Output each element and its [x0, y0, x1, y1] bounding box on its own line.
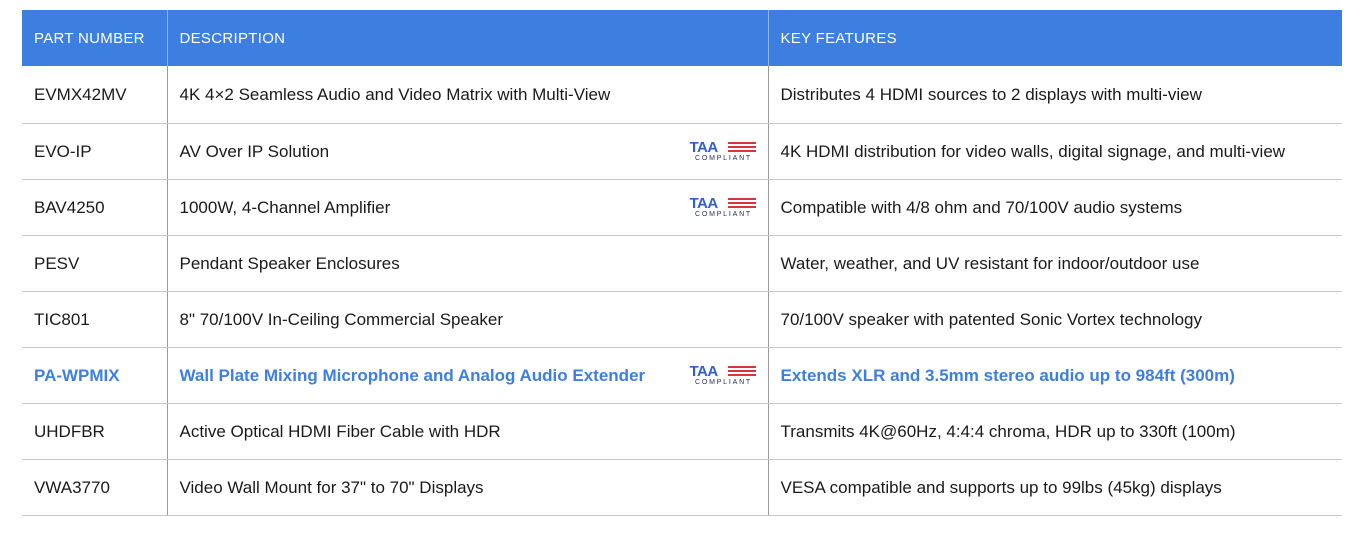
- part-number-cell: PESV: [22, 235, 168, 292]
- table-row: VWA3770 Video Wall Mount for 37" to 70" …: [22, 459, 1342, 516]
- key-features-text: 4K HDMI distribution for video walls, di…: [780, 141, 1286, 161]
- key-features-cell: VESA compatible and supports up to 99lbs…: [768, 459, 1342, 516]
- description-cell: 8" 70/100V In-Ceiling Commercial Speaker: [167, 291, 769, 348]
- key-features-cell: Compatible with 4/8 ohm and 70/100V audi…: [768, 179, 1342, 236]
- description-text: 1000W, 4-Channel Amplifier: [179, 197, 391, 217]
- part-number[interactable]: BAV4250: [34, 198, 105, 217]
- key-features-cell: Extends XLR and 3.5mm stereo audio up to…: [768, 347, 1342, 404]
- description-text: Pendant Speaker Enclosures: [179, 253, 400, 273]
- part-number[interactable]: PESV: [34, 254, 79, 273]
- part-number[interactable]: EVO-IP: [34, 142, 92, 161]
- table-row: EVMX42MV 4K 4×2 Seamless Audio and Video…: [22, 66, 1342, 124]
- header-part-number: PART NUMBER: [22, 10, 168, 66]
- table-row: EVO-IP AV Over IP Solution TAA COMPLIANT…: [22, 123, 1342, 180]
- taa-mark: TAA: [689, 194, 719, 212]
- description-text: Active Optical HDMI Fiber Cable with HDR: [179, 421, 501, 441]
- part-number[interactable]: EVMX42MV: [34, 85, 127, 104]
- description-text: 8" 70/100V In-Ceiling Commercial Speaker: [179, 309, 504, 329]
- part-number[interactable]: TIC801: [34, 310, 90, 329]
- table-row: BAV4250 1000W, 4-Channel Amplifier TAA C…: [22, 179, 1342, 236]
- taa-compliant-icon: TAA COMPLIANT: [690, 364, 758, 388]
- description-text: Video Wall Mount for 37" to 70" Displays: [179, 477, 484, 497]
- table-body: EVMX42MV 4K 4×2 Seamless Audio and Video…: [22, 66, 1342, 516]
- key-features-text: Extends XLR and 3.5mm stereo audio up to…: [780, 365, 1235, 385]
- description-text: AV Over IP Solution: [179, 141, 330, 161]
- key-features-text: Transmits 4K@60Hz, 4:4:4 chroma, HDR up …: [780, 421, 1236, 441]
- part-number-cell: EVO-IP: [22, 123, 168, 180]
- description-text: Wall Plate Mixing Microphone and Analog …: [179, 365, 646, 385]
- part-number-cell: EVMX42MV: [22, 66, 168, 124]
- part-number-cell: UHDFBR: [22, 403, 168, 460]
- key-features-cell: Transmits 4K@60Hz, 4:4:4 chroma, HDR up …: [768, 403, 1342, 460]
- part-number-cell: TIC801: [22, 291, 168, 348]
- part-number[interactable]: UHDFBR: [34, 422, 105, 441]
- key-features-text: Compatible with 4/8 ohm and 70/100V audi…: [780, 197, 1183, 217]
- header-description: DESCRIPTION: [167, 10, 769, 66]
- product-table-container: PART NUMBER DESCRIPTION KEY FEATURES EVM…: [22, 10, 1342, 516]
- key-features-cell: Distributes 4 HDMI sources to 2 displays…: [768, 66, 1342, 124]
- part-number-cell: BAV4250: [22, 179, 168, 236]
- description-cell: Video Wall Mount for 37" to 70" Displays: [167, 459, 769, 516]
- product-table: PART NUMBER DESCRIPTION KEY FEATURES EVM…: [22, 10, 1342, 516]
- header-key-features: KEY FEATURES: [768, 10, 1342, 66]
- key-features-cell: 4K HDMI distribution for video walls, di…: [768, 123, 1342, 180]
- description-cell: 4K 4×2 Seamless Audio and Video Matrix w…: [167, 66, 769, 124]
- flag-stripes-icon: [727, 197, 756, 210]
- taa-mark: TAA: [689, 362, 719, 380]
- table-header-row: PART NUMBER DESCRIPTION KEY FEATURES: [22, 10, 1342, 66]
- key-features-text: 70/100V speaker with patented Sonic Vort…: [780, 309, 1203, 329]
- description-cell: 1000W, 4-Channel Amplifier TAA COMPLIANT: [167, 179, 769, 236]
- key-features-text: Water, weather, and UV resistant for ind…: [780, 253, 1200, 273]
- key-features-cell: 70/100V speaker with patented Sonic Vort…: [768, 291, 1342, 348]
- description-cell: Active Optical HDMI Fiber Cable with HDR: [167, 403, 769, 460]
- taa-compliant-icon: TAA COMPLIANT: [690, 140, 758, 164]
- flag-stripes-icon: [727, 141, 756, 154]
- part-number[interactable]: PA-WPMIX: [34, 366, 120, 385]
- key-features-text: Distributes 4 HDMI sources to 2 displays…: [780, 84, 1202, 104]
- table-row: PESV Pendant Speaker Enclosures Water, w…: [22, 235, 1342, 292]
- key-features-cell: Water, weather, and UV resistant for ind…: [768, 235, 1342, 292]
- part-number-cell: PA-WPMIX: [22, 347, 168, 404]
- table-row: PA-WPMIX Wall Plate Mixing Microphone an…: [22, 347, 1342, 404]
- part-number-cell: VWA3770: [22, 459, 168, 516]
- taa-compliant-icon: TAA COMPLIANT: [690, 196, 758, 220]
- description-cell: AV Over IP Solution TAA COMPLIANT: [167, 123, 769, 180]
- description-cell: Pendant Speaker Enclosures: [167, 235, 769, 292]
- table-row: TIC801 8" 70/100V In-Ceiling Commercial …: [22, 291, 1342, 348]
- description-cell: Wall Plate Mixing Microphone and Analog …: [167, 347, 769, 404]
- part-number[interactable]: VWA3770: [34, 478, 110, 497]
- taa-compliant-label: COMPLIANT: [694, 378, 753, 386]
- key-features-text: VESA compatible and supports up to 99lbs…: [780, 477, 1222, 497]
- taa-mark: TAA: [689, 138, 719, 156]
- table-row: UHDFBR Active Optical HDMI Fiber Cable w…: [22, 403, 1342, 460]
- taa-compliant-label: COMPLIANT: [694, 210, 753, 218]
- flag-stripes-icon: [727, 365, 756, 378]
- description-text: 4K 4×2 Seamless Audio and Video Matrix w…: [179, 84, 611, 104]
- taa-compliant-label: COMPLIANT: [694, 154, 753, 162]
